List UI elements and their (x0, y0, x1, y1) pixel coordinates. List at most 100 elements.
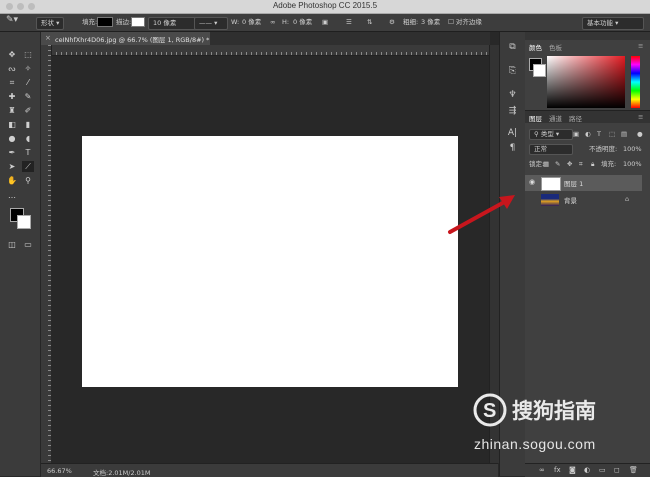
gear-icon[interactable]: ⚙ (389, 17, 395, 28)
lock-all-icon[interactable]: 🔒︎ (591, 159, 594, 170)
blur-tool-icon[interactable]: ● (6, 133, 18, 144)
adjustments-panel-icon[interactable]: ⇶ (507, 106, 518, 117)
new-group-icon[interactable]: ▭ (599, 466, 606, 474)
title-bar: Adobe Photoshop CC 2015.5 (0, 0, 650, 14)
path-selection-tool-icon[interactable]: ➤ (6, 161, 18, 172)
filter-smart-object-icon[interactable]: ▤ (621, 129, 627, 140)
document-tab-label: ceINhfXhr4D06.jpg @ 66.7% (图层 1, RGB/8#)… (55, 36, 210, 44)
more-tools-icon[interactable]: … (6, 190, 18, 201)
workspace-dropdown[interactable]: 基本功能 ▾ (582, 17, 644, 30)
color-picker-field[interactable] (547, 56, 625, 108)
color-panel-background-swatch[interactable] (533, 64, 546, 77)
layer-thumbnail (541, 177, 561, 191)
zoom-tool-icon[interactable]: ⚲ (22, 175, 34, 186)
move-tool-icon[interactable]: ✥ (6, 49, 18, 60)
layer-name[interactable]: 图层 1 (564, 178, 583, 188)
layer-row[interactable]: ◉ 图层 1 (525, 175, 642, 191)
layers-panel-tabs: 图层 通道 路径 ≡ (525, 111, 650, 123)
path-alignment-icon[interactable]: ☰ (346, 17, 352, 28)
character-panel-icon[interactable]: A| (507, 128, 518, 139)
link-layers-icon[interactable]: ∞ (539, 466, 545, 474)
pen-tool-icon[interactable]: ✒ (6, 147, 18, 158)
layers-panel-menu-icon[interactable]: ≡ (638, 113, 643, 121)
new-layer-icon[interactable]: ◻ (614, 466, 620, 474)
tab-layers[interactable]: 图层 (529, 113, 542, 123)
eyedropper-tool-icon[interactable]: ⁄ (22, 77, 34, 88)
brush-panel-icon[interactable]: ♆ (507, 90, 518, 101)
stroke-swatch[interactable] (131, 17, 145, 28)
dodge-tool-icon[interactable]: ◖ (22, 133, 34, 144)
screen-mode-icon[interactable]: ▭ (22, 239, 34, 250)
panel-menu-icon[interactable]: ≡ (638, 42, 643, 50)
stroke-width-input[interactable]: 10 像素 (148, 17, 196, 30)
hue-slider[interactable] (631, 56, 640, 108)
lasso-tool-icon[interactable]: ᔓ (6, 63, 18, 74)
w-label: W: (231, 18, 240, 26)
delete-layer-icon[interactable]: 🗑︎ (629, 466, 638, 474)
opacity-value[interactable]: 100% (623, 144, 642, 155)
history-brush-tool-icon[interactable]: ✐ (22, 105, 34, 116)
stroke-type-dropdown[interactable]: —— ▾ (194, 17, 228, 30)
blend-mode-label: 正常 (534, 145, 547, 153)
quick-selection-tool-icon[interactable]: ✧ (22, 63, 34, 74)
type-tool-icon[interactable]: T (22, 147, 34, 158)
zoom-level[interactable]: 66.67% (47, 467, 72, 475)
brush-tool-icon[interactable]: ✎ (22, 91, 34, 102)
layer-style-icon[interactable]: fx (554, 466, 561, 474)
watermark-url: zhinan.sogou.com (474, 436, 596, 452)
fill-opacity-value[interactable]: 100% (623, 159, 642, 170)
paragraph-panel-icon[interactable]: ¶ (507, 143, 518, 154)
filter-type-icon[interactable]: T (597, 129, 601, 140)
add-mask-icon[interactable]: ◙ (569, 466, 576, 474)
tab-strip (210, 32, 490, 45)
pen-tool-preset-icon[interactable]: ✎▾ (6, 15, 18, 26)
close-document-icon[interactable]: × (45, 34, 51, 42)
background-color-swatch[interactable] (17, 215, 31, 229)
lock-label: 锁定: (529, 160, 545, 168)
path-arrange-icon[interactable]: ⇅ (367, 17, 372, 28)
tab-swatches[interactable]: 色板 (549, 42, 562, 52)
lock-artboard-icon[interactable]: ⌗ (579, 159, 583, 170)
w-value[interactable]: 0 像素 (242, 17, 261, 28)
blend-mode-dropdown[interactable]: 正常 (529, 144, 573, 155)
gradient-tool-icon[interactable]: ▮ (22, 119, 34, 130)
fill-swatch[interactable] (97, 17, 113, 28)
filter-adjustment-icon[interactable]: ◐ (585, 129, 591, 140)
tab-paths[interactable]: 路径 (569, 113, 582, 123)
filter-kind-dropdown[interactable]: ⚲ 类型 ▾ (529, 129, 573, 140)
filter-toggle-icon[interactable]: ● (637, 129, 643, 140)
document-tab[interactable]: × ceINhfXhr4D06.jpg @ 66.7% (图层 1, RGB/8… (41, 32, 211, 45)
properties-panel-icon[interactable]: ⎘ (507, 66, 518, 77)
tab-channels[interactable]: 通道 (549, 113, 562, 123)
filter-pixel-icon[interactable]: ▣ (573, 129, 579, 140)
horizontal-ruler[interactable] (51, 45, 489, 56)
line-tool-icon[interactable]: ⟋ (22, 161, 34, 172)
h-label: H: (282, 18, 290, 26)
tab-color[interactable]: 颜色 (529, 42, 542, 52)
filter-shape-icon[interactable]: ⬚ (609, 129, 615, 140)
lock-position-icon[interactable]: ✥ (567, 159, 572, 170)
link-icon[interactable]: ∞ (270, 17, 275, 28)
healing-brush-tool-icon[interactable]: ✚ (6, 91, 18, 102)
h-value[interactable]: 0 像素 (293, 17, 312, 28)
lock-transparent-icon[interactable]: ▦ (543, 159, 549, 170)
layer-lock-icon: ⌂ (625, 195, 630, 203)
path-operations-icon[interactable]: ▣ (322, 17, 328, 28)
stroke-label: 描边: (116, 18, 132, 26)
shape-mode-dropdown[interactable]: 形状 ▾ (36, 17, 65, 30)
lock-image-icon[interactable]: ✎ (555, 159, 560, 170)
marquee-tool-icon[interactable]: ⬚ (22, 49, 34, 60)
hand-tool-icon[interactable]: ✋ (6, 175, 18, 186)
document-canvas[interactable] (82, 136, 458, 387)
shape-mode-label: 形状 (41, 19, 54, 27)
layer-name[interactable]: 背景 (564, 195, 577, 205)
align-edges-checkbox[interactable]: ☐ 对齐边缘 (448, 17, 482, 28)
history-panel-icon[interactable]: ⧉ (507, 42, 518, 53)
quick-mask-icon[interactable]: ◫ (6, 239, 18, 250)
thickness-value[interactable]: 3 像素 (421, 17, 440, 28)
clone-stamp-tool-icon[interactable]: ♜ (6, 105, 18, 116)
layer-row[interactable]: 背景 ⌂ (525, 192, 642, 208)
crop-tool-icon[interactable]: ⌗ (6, 77, 18, 88)
eraser-tool-icon[interactable]: ◧ (6, 119, 18, 130)
adjustment-layer-icon[interactable]: ◐ (584, 466, 590, 474)
